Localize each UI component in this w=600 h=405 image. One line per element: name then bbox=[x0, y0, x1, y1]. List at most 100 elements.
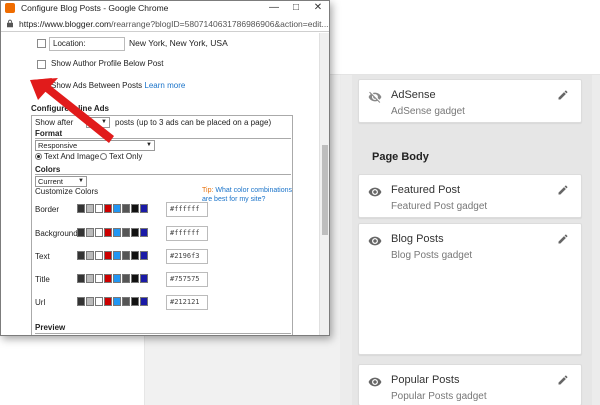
color-hex-input[interactable]: #757575 bbox=[166, 272, 208, 287]
color-hex-input[interactable]: #ffffff bbox=[166, 226, 208, 241]
preview-heading: Preview bbox=[35, 323, 66, 332]
color-swatch[interactable] bbox=[77, 274, 85, 283]
color-swatch[interactable] bbox=[95, 204, 103, 213]
pencil-icon[interactable] bbox=[557, 374, 569, 386]
location-field[interactable]: Location: bbox=[49, 37, 125, 51]
show-after-prefix: Show after bbox=[35, 118, 74, 127]
color-swatch[interactable] bbox=[113, 274, 121, 283]
colors-heading: Colors bbox=[35, 165, 61, 174]
color-swatch[interactable] bbox=[122, 251, 130, 260]
divider bbox=[35, 138, 291, 139]
color-hex-input[interactable]: #212121 bbox=[166, 295, 208, 310]
divider bbox=[35, 333, 291, 334]
show-ads-label: Show Ads Between Posts Learn more bbox=[51, 81, 185, 90]
colors-select[interactable]: Current ▼ bbox=[35, 176, 87, 187]
color-swatch[interactable] bbox=[77, 228, 85, 237]
show-after-select[interactable]: 1 ▼ bbox=[86, 117, 110, 128]
color-swatch[interactable] bbox=[131, 228, 139, 237]
url-path: /rearrange?blogID=5807140631786986906&ac… bbox=[111, 19, 329, 29]
pencil-icon[interactable] bbox=[557, 184, 569, 196]
color-swatch[interactable] bbox=[104, 297, 112, 306]
color-swatch[interactable] bbox=[131, 204, 139, 213]
color-swatch[interactable] bbox=[122, 204, 130, 213]
color-swatch[interactable] bbox=[104, 228, 112, 237]
close-icon[interactable]: ✕ bbox=[307, 1, 329, 16]
color-swatch[interactable] bbox=[113, 251, 121, 260]
color-swatch[interactable] bbox=[77, 204, 85, 213]
color-swatch[interactable] bbox=[122, 274, 130, 283]
minimize-icon[interactable]: — bbox=[263, 1, 285, 16]
author-profile-checkbox[interactable] bbox=[37, 60, 46, 69]
popup-scrollbar[interactable] bbox=[319, 33, 329, 335]
divider bbox=[35, 174, 291, 175]
colors-value: Current bbox=[38, 177, 64, 186]
format-select[interactable]: Responsive ▼ bbox=[35, 140, 155, 151]
gadget-popular-posts[interactable]: Popular Posts Popular Posts gadget bbox=[358, 364, 582, 405]
checkmark-icon bbox=[38, 82, 47, 91]
popup-content: Location: New York, New York, USA Show A… bbox=[1, 33, 319, 335]
show-ads-checkbox[interactable] bbox=[37, 82, 47, 91]
tip-line-1: Tip: What color combinations bbox=[202, 187, 292, 194]
color-swatch[interactable] bbox=[113, 228, 121, 237]
learn-more-link[interactable]: Learn more bbox=[144, 81, 185, 90]
location-checkbox[interactable] bbox=[37, 39, 46, 48]
color-swatch[interactable] bbox=[95, 251, 103, 260]
color-swatch[interactable] bbox=[131, 274, 139, 283]
color-swatch-row bbox=[77, 204, 149, 213]
show-after-value: 1 bbox=[89, 118, 94, 127]
address-bar[interactable]: https://www.blogger.com/rearrange?blogID… bbox=[1, 16, 329, 32]
color-swatch[interactable] bbox=[86, 251, 94, 260]
tip-link[interactable]: What color combinations bbox=[215, 187, 292, 194]
eye-off-icon[interactable] bbox=[368, 90, 382, 104]
gadget-featured-post[interactable]: Featured Post Featured Post gadget bbox=[358, 174, 582, 218]
color-hex-input[interactable]: #ffffff bbox=[166, 202, 208, 217]
color-swatch[interactable] bbox=[86, 274, 94, 283]
gadget-subtitle: AdSense gadget bbox=[391, 106, 465, 117]
color-swatch[interactable] bbox=[86, 297, 94, 306]
color-swatch[interactable] bbox=[122, 228, 130, 237]
gadget-adsense[interactable]: AdSense AdSense gadget bbox=[358, 79, 582, 123]
color-swatch[interactable] bbox=[140, 204, 148, 213]
eye-icon[interactable] bbox=[368, 375, 382, 389]
color-row-label: Url bbox=[35, 298, 46, 307]
color-hex-input[interactable]: #2196f3 bbox=[166, 249, 208, 264]
color-swatch[interactable] bbox=[140, 274, 148, 283]
color-swatch[interactable] bbox=[140, 228, 148, 237]
lock-icon bbox=[7, 19, 13, 28]
color-swatch[interactable] bbox=[86, 228, 94, 237]
color-swatch[interactable] bbox=[113, 204, 121, 213]
color-swatch[interactable] bbox=[122, 297, 130, 306]
gadget-blog-posts[interactable]: Blog Posts Blog Posts gadget bbox=[358, 223, 582, 355]
color-swatch[interactable] bbox=[77, 251, 85, 260]
color-swatch[interactable] bbox=[104, 274, 112, 283]
color-swatch[interactable] bbox=[95, 274, 103, 283]
color-swatch[interactable] bbox=[104, 251, 112, 260]
gadget-title: Popular Posts bbox=[391, 374, 460, 386]
page-body-title: Page Body bbox=[372, 151, 429, 163]
gadget-subtitle: Blog Posts gadget bbox=[391, 250, 473, 261]
color-swatch[interactable] bbox=[140, 297, 148, 306]
eye-icon[interactable] bbox=[368, 185, 382, 199]
format-heading: Format bbox=[35, 129, 63, 138]
pencil-icon[interactable] bbox=[557, 233, 569, 245]
color-swatch[interactable] bbox=[77, 297, 85, 306]
radio-text-only[interactable] bbox=[100, 153, 107, 160]
color-swatch-row bbox=[77, 297, 149, 306]
color-swatch[interactable] bbox=[86, 204, 94, 213]
color-swatch[interactable] bbox=[131, 251, 139, 260]
color-swatch[interactable] bbox=[95, 297, 103, 306]
eye-icon[interactable] bbox=[368, 234, 382, 248]
gadget-subtitle: Featured Post gadget bbox=[391, 201, 488, 212]
radio-text-and-image[interactable] bbox=[35, 153, 42, 160]
maximize-icon[interactable]: □ bbox=[285, 1, 307, 16]
pencil-icon[interactable] bbox=[557, 89, 569, 101]
color-swatch[interactable] bbox=[95, 228, 103, 237]
color-swatch[interactable] bbox=[113, 297, 121, 306]
color-swatch[interactable] bbox=[104, 204, 112, 213]
tip-line-2[interactable]: are best for my site? bbox=[202, 196, 265, 203]
color-swatch[interactable] bbox=[131, 297, 139, 306]
color-swatch[interactable] bbox=[140, 251, 148, 260]
color-swatch-row bbox=[77, 228, 149, 237]
radio-text-and-image-label: Text And Image bbox=[44, 152, 100, 161]
scrollbar-thumb[interactable] bbox=[322, 145, 328, 235]
